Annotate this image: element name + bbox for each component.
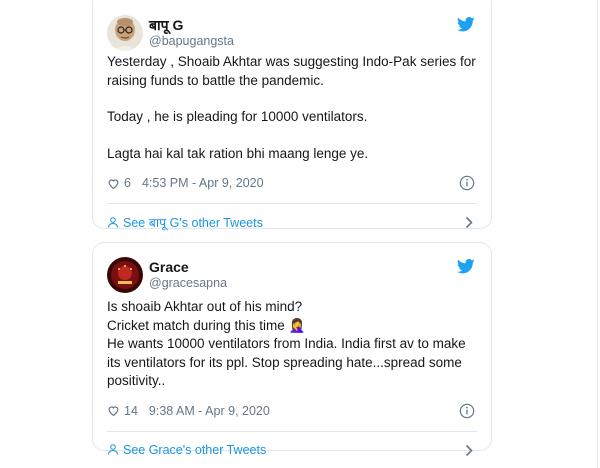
tweet-timestamp[interactable]: 4:53 PM - Apr 9, 2020 [142, 176, 264, 190]
chevron-right-icon[interactable] [465, 444, 473, 457]
tweet-header: Grace @gracesapna [93, 257, 491, 305]
like-count[interactable]: 14 [124, 404, 138, 418]
person-icon [108, 444, 118, 455]
like-count[interactable]: 6 [124, 176, 131, 190]
info-icon[interactable] [459, 175, 475, 191]
avatar[interactable] [107, 257, 143, 293]
tweet-card[interactable]: Grace @gracesapna Is shoaib Akhtar out o… [92, 242, 492, 457]
avatar[interactable] [107, 15, 143, 51]
see-other-tweets-label[interactable]: See बापू G's other Tweets [123, 214, 263, 231]
tweet-line: Cricket match during this time 🤦‍♀️ [107, 317, 306, 333]
author-handle[interactable]: @gracesapna [149, 275, 227, 291]
twitter-bird-icon[interactable] [457, 17, 475, 32]
tweet-header: बापू G @bapugangsta [93, 15, 491, 63]
see-other-tweets-link[interactable]: See बापू G's other Tweets [93, 204, 491, 240]
tweet-text: Is shoaib Akhtar out of his mind? Cricke… [93, 298, 491, 391]
heart-icon[interactable] [107, 177, 120, 190]
tweet-paragraph: Lagta hai kal tak ration bhi maang lenge… [107, 145, 369, 161]
author-handle[interactable]: @bapugangsta [149, 33, 234, 49]
chevron-right-icon[interactable] [465, 216, 473, 229]
tweet-card[interactable]: बापू G @bapugangsta Yesterday , Shoaib A… [92, 0, 492, 230]
tweet-meta: 6 4:53 PM - Apr 9, 2020 [93, 173, 491, 193]
see-other-tweets-label[interactable]: See Grace's other Tweets [123, 443, 266, 457]
tweet-line: He wants 10000 ventilators from India. I… [107, 336, 466, 388]
author-name[interactable]: Grace [149, 259, 227, 275]
info-icon[interactable] [459, 403, 475, 419]
see-other-tweets-link[interactable]: See Grace's other Tweets [93, 432, 491, 468]
tweet-meta: 14 9:38 AM - Apr 9, 2020 [93, 401, 491, 421]
heart-icon[interactable] [107, 404, 120, 417]
page-edge-divider [597, 0, 598, 468]
person-icon [108, 216, 118, 228]
tweet-paragraph: Today , he is pleading for 10000 ventila… [107, 109, 368, 124]
tweet-timestamp[interactable]: 9:38 AM - Apr 9, 2020 [149, 404, 270, 418]
author-name[interactable]: बापू G [149, 17, 234, 33]
twitter-bird-icon[interactable] [457, 259, 475, 274]
tweet-text: Yesterday , Shoaib Akhtar was suggesting… [93, 53, 491, 163]
